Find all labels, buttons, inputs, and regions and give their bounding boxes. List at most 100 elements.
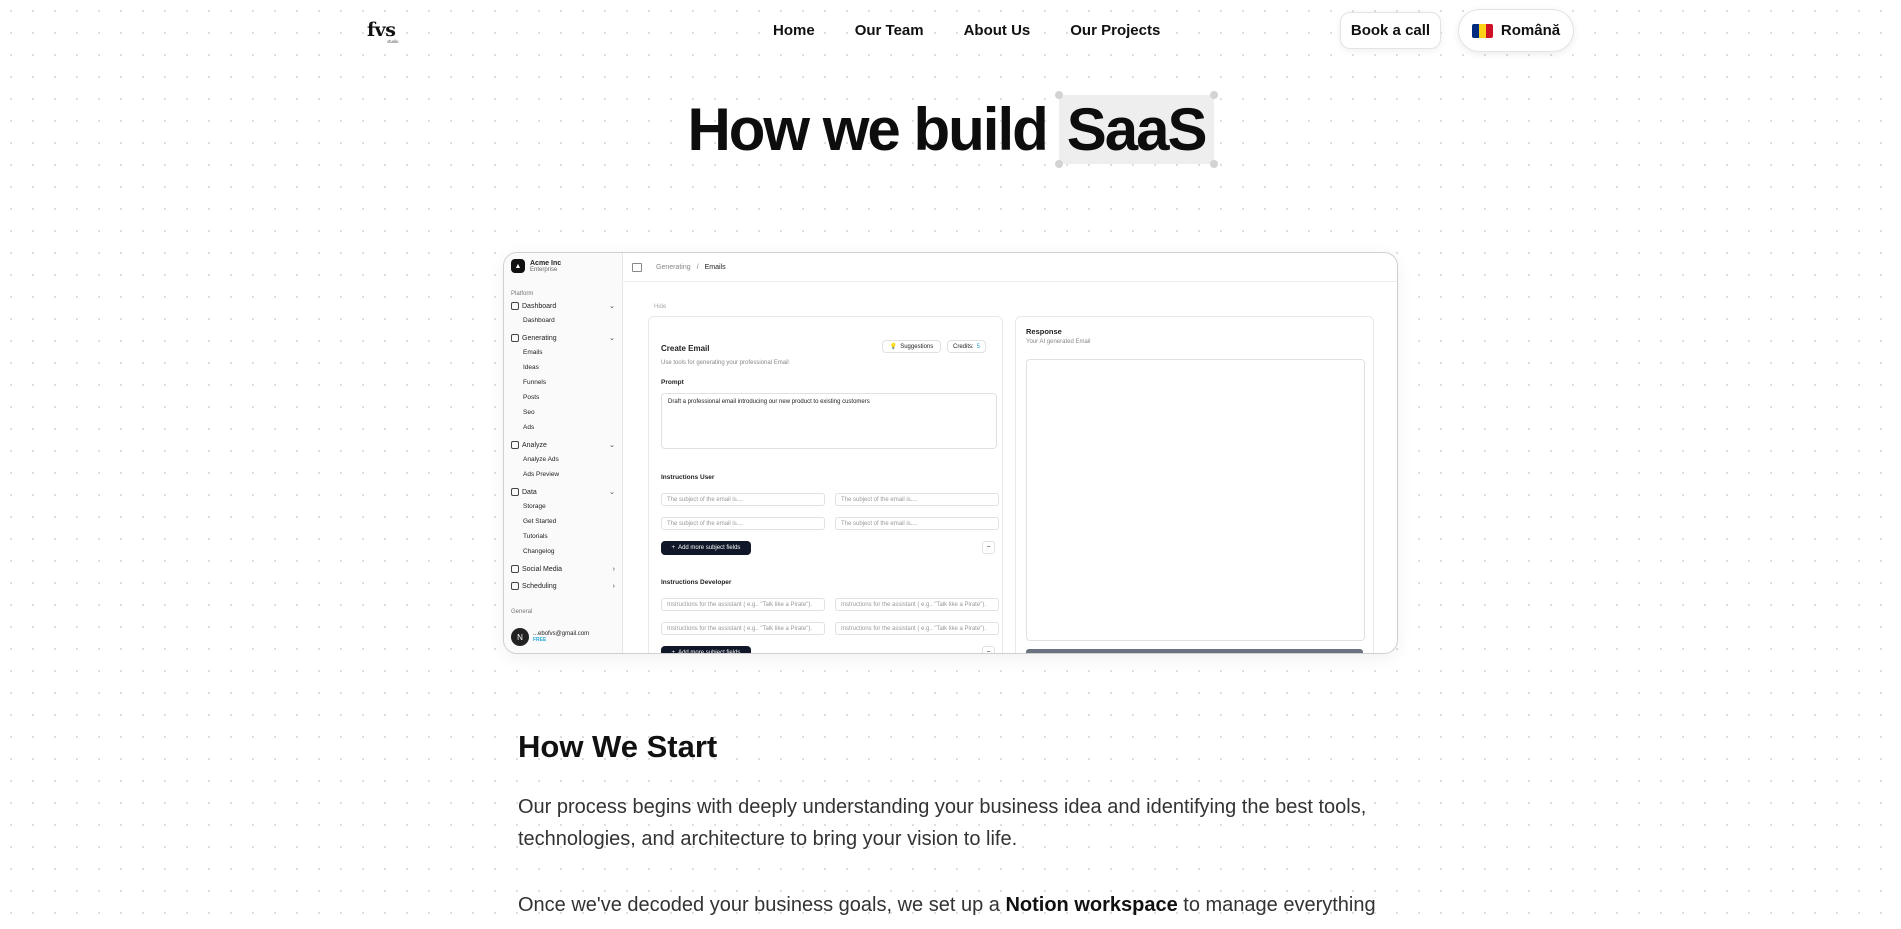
section-heading: How We Start bbox=[518, 729, 718, 764]
user-instruction-input[interactable]: The subject of the email is.... bbox=[835, 493, 999, 506]
developer-instruction-input[interactable]: Instructions for the assistant ( e.g.. "… bbox=[835, 622, 999, 635]
section-paragraph: Once we've decoded your business goals, … bbox=[518, 894, 1376, 916]
user-profile[interactable]: N ...ebofvs@gmail.comFREE ⇕ bbox=[511, 628, 665, 646]
sidebar-section-general: General bbox=[511, 609, 533, 615]
sidebar-subitem-tutorials[interactable]: Tutorials bbox=[523, 533, 548, 540]
sidebar-subitem-analyze-ads[interactable]: Analyze Ads bbox=[523, 456, 559, 463]
add-user-fields-button[interactable]: + Add more subject fields bbox=[661, 541, 751, 555]
prompt-label: Prompt bbox=[661, 379, 684, 386]
sidebar-item-social-media[interactable]: Social Media › bbox=[511, 565, 615, 573]
database-icon bbox=[511, 488, 519, 496]
app-topbar: Generating / Emails bbox=[622, 253, 1397, 282]
book-call-button[interactable]: Book a call bbox=[1340, 12, 1441, 49]
sidebar-item-generating[interactable]: Generating ⌄ bbox=[511, 334, 615, 342]
sidebar-toggle-icon[interactable] bbox=[632, 262, 642, 272]
nav-link-our-team[interactable]: Our Team bbox=[855, 22, 924, 39]
chevron-right-icon: › bbox=[612, 582, 615, 590]
logo-subtitle: studio bbox=[387, 39, 399, 44]
language-label: Română bbox=[1500, 22, 1561, 39]
breadcrumb-separator: / bbox=[696, 263, 699, 271]
user-instruction-input[interactable]: The subject of the email is.... bbox=[835, 517, 999, 530]
org-plan: Enterprise bbox=[530, 266, 558, 273]
sidebar-subitem-ideas[interactable]: Ideas bbox=[523, 364, 539, 371]
hide-link[interactable]: Hide bbox=[654, 304, 666, 310]
grid-icon bbox=[511, 302, 519, 310]
instructions-user-label: Instructions User bbox=[661, 474, 715, 481]
hero-title: How we build SaaS bbox=[687, 91, 1218, 168]
sidebar-section-platform: Platform bbox=[511, 291, 534, 297]
user-instruction-input[interactable]: The subject of the email is.... bbox=[661, 493, 825, 506]
hero-title-highlight: SaaS bbox=[1054, 91, 1218, 168]
chevron-right-icon: › bbox=[612, 565, 615, 573]
calendar-icon bbox=[511, 582, 519, 590]
sidebar-item-analyze[interactable]: Analyze ⌄ bbox=[511, 441, 615, 449]
sidebar-subitem-funnels[interactable]: Funnels bbox=[523, 379, 546, 386]
developer-instruction-input[interactable]: Instructions for the assistant ( e.g.. "… bbox=[661, 622, 825, 635]
sidebar-item-data[interactable]: Data ⌄ bbox=[511, 488, 615, 496]
org-switcher[interactable]: ▲ Acme Inc Enterprise bbox=[511, 259, 561, 273]
sidebar-subitem-dashboard[interactable]: Dashboard bbox=[523, 317, 555, 324]
add-developer-fields-button[interactable]: + Add more subject fields bbox=[661, 646, 751, 654]
wand-icon bbox=[511, 334, 519, 342]
breadcrumb-generating[interactable]: Generating bbox=[656, 264, 691, 271]
hero-section: How we build SaaS bbox=[0, 91, 1901, 168]
plus-icon: + bbox=[671, 650, 676, 654]
sidebar-item-label: Scheduling bbox=[522, 582, 557, 590]
sidebar-item-label: Data bbox=[522, 488, 537, 496]
avatar: N bbox=[511, 628, 529, 646]
sidebar-subitem-ads-preview[interactable]: Ads Preview bbox=[523, 471, 559, 478]
developer-instruction-input[interactable]: Instructions for the assistant ( e.g.. "… bbox=[661, 598, 825, 611]
sidebar-item-label: Analyze bbox=[522, 441, 547, 449]
remove-user-field-button[interactable]: − bbox=[982, 541, 995, 554]
nav-link-our-projects[interactable]: Our Projects bbox=[1070, 22, 1160, 39]
sidebar-subitem-get-started[interactable]: Get Started bbox=[523, 518, 556, 525]
sidebar-subitem-ads[interactable]: Ads bbox=[523, 424, 534, 431]
sidebar-subitem-storage[interactable]: Storage bbox=[523, 503, 546, 510]
sidebar-item-label: Dashboard bbox=[522, 302, 557, 310]
suggestions-button[interactable]: 💡 Suggestions bbox=[882, 340, 941, 353]
selection-handle bbox=[1054, 91, 1063, 99]
sidebar-item-label: Generating bbox=[522, 334, 557, 342]
plus-icon: + bbox=[671, 545, 676, 551]
breadcrumb-emails: Emails bbox=[704, 263, 726, 271]
share-icon bbox=[511, 565, 519, 573]
main-menu: Home Our Team About Us Our Projects bbox=[773, 22, 1160, 39]
romania-flag-icon bbox=[1471, 23, 1493, 38]
remove-developer-field-button[interactable]: − bbox=[982, 646, 995, 653]
lightbulb-icon: 💡 bbox=[889, 344, 898, 350]
brand-logo[interactable]: fvs studio bbox=[367, 19, 399, 44]
sidebar-subitem-changelog[interactable]: Changelog bbox=[523, 548, 554, 555]
user-instruction-input[interactable]: The subject of the email is.... bbox=[661, 517, 825, 530]
sidebar-item-dashboard[interactable]: Dashboard ⌄ bbox=[511, 302, 615, 310]
language-switcher-button[interactable]: Română bbox=[1458, 9, 1574, 52]
nav-link-home[interactable]: Home bbox=[773, 22, 815, 39]
developer-instruction-input[interactable]: Instructions for the assistant ( e.g.. "… bbox=[835, 598, 999, 611]
sidebar-subitem-emails[interactable]: Emails bbox=[523, 349, 543, 356]
instructions-developer-label: Instructions Developer bbox=[661, 579, 732, 586]
sidebar-subitem-posts[interactable]: Posts bbox=[523, 394, 539, 401]
app-sidebar: ▲ Acme Inc Enterprise Platform Dashboard ⌄… bbox=[504, 253, 665, 653]
selection-handle bbox=[1209, 160, 1218, 168]
selection-handle bbox=[1054, 160, 1063, 168]
org-name: Acme Inc bbox=[530, 259, 562, 267]
section-paragraph: Our process begins with deeply understan… bbox=[518, 796, 1367, 850]
sidebar-subitem-seo[interactable]: Seo bbox=[523, 409, 535, 416]
create-email-card: Create Email Use tools for generating yo… bbox=[648, 316, 1003, 654]
create-email-description: Use tools for generating your profession… bbox=[661, 360, 789, 366]
notion-workspace-emphasis: Notion workspace bbox=[1005, 894, 1178, 916]
prompt-textarea[interactable]: Draft a professional email introducing o… bbox=[661, 393, 997, 449]
top-navigation: fvs studio Home Our Team About Us Our Pro… bbox=[0, 0, 1901, 62]
calculator-icon bbox=[511, 441, 519, 449]
hero-title-prefix: How we build bbox=[687, 96, 1048, 163]
how-we-start-section: How We Start Our process begins with dee… bbox=[518, 729, 1378, 916]
chevron-down-icon: ⌄ bbox=[609, 442, 615, 449]
org-logo-icon: ▲ bbox=[511, 259, 525, 273]
chevron-down-icon: ⌄ bbox=[609, 335, 615, 342]
chevron-down-icon: ⌄ bbox=[609, 303, 615, 310]
response-output[interactable] bbox=[1026, 359, 1365, 641]
sidebar-item-label: Social Media bbox=[522, 565, 563, 573]
selection-handle bbox=[1209, 91, 1218, 99]
generate-button[interactable] bbox=[1026, 649, 1363, 653]
sidebar-item-scheduling[interactable]: Scheduling › bbox=[511, 582, 615, 590]
nav-link-about-us[interactable]: About Us bbox=[964, 22, 1031, 39]
